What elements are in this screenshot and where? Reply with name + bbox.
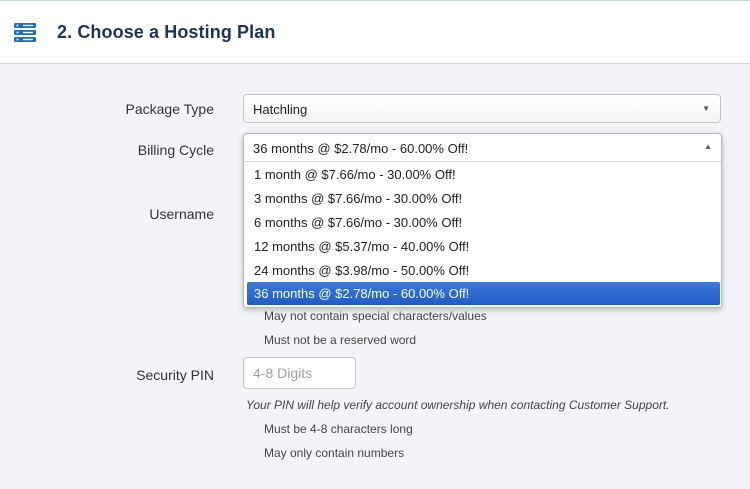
- username-hint: May not contain special characters/value…: [264, 309, 487, 323]
- package-type-value: Hatchling: [253, 102, 308, 117]
- security-pin-input[interactable]: [243, 357, 356, 389]
- billing-cycle-dropdown[interactable]: 36 months @ $2.78/mo - 60.00% Off! ▲ 1 m…: [243, 133, 722, 308]
- username-label: Username: [149, 206, 214, 222]
- billing-option[interactable]: 3 months @ $7.66/mo - 30.00% Off!: [247, 187, 720, 210]
- billing-option[interactable]: 12 months @ $5.37/mo - 40.00% Off!: [247, 235, 720, 258]
- security-pin-label: Security PIN: [136, 367, 214, 383]
- security-pin-hint: Must be 4-8 characters long: [264, 422, 413, 436]
- security-pin-hint: May only contain numbers: [264, 446, 405, 460]
- billing-cycle-value: 36 months @ $2.78/mo - 60.00% Off!: [253, 141, 469, 156]
- billing-option[interactable]: 1 month @ $7.66/mo - 30.00% Off!: [247, 163, 720, 186]
- billing-option[interactable]: 24 months @ $3.98/mo - 50.00% Off!: [247, 259, 720, 282]
- username-hint: Must not be a reserved word: [264, 333, 417, 347]
- page-title: 2. Choose a Hosting Plan: [57, 22, 276, 42]
- package-type-select[interactable]: Hatchling ▼: [243, 94, 721, 123]
- chevron-down-icon: ▼: [702, 104, 710, 113]
- chevron-up-icon: ▲: [704, 142, 712, 151]
- billing-cycle-label: Billing Cycle: [137, 142, 214, 158]
- security-pin-note: Your PIN will help verify account owners…: [246, 398, 670, 412]
- section-header: 2. Choose a Hosting Plan: [0, 0, 750, 64]
- billing-option[interactable]: 6 months @ $7.66/mo - 30.00% Off!: [247, 211, 720, 234]
- billing-option-selected[interactable]: 36 months @ $2.78/mo - 60.00% Off!: [247, 282, 720, 305]
- package-type-label: Package Type: [125, 101, 214, 117]
- server-stack-icon: [14, 23, 36, 42]
- billing-cycle-select[interactable]: 36 months @ $2.78/mo - 60.00% Off! ▲: [244, 134, 721, 162]
